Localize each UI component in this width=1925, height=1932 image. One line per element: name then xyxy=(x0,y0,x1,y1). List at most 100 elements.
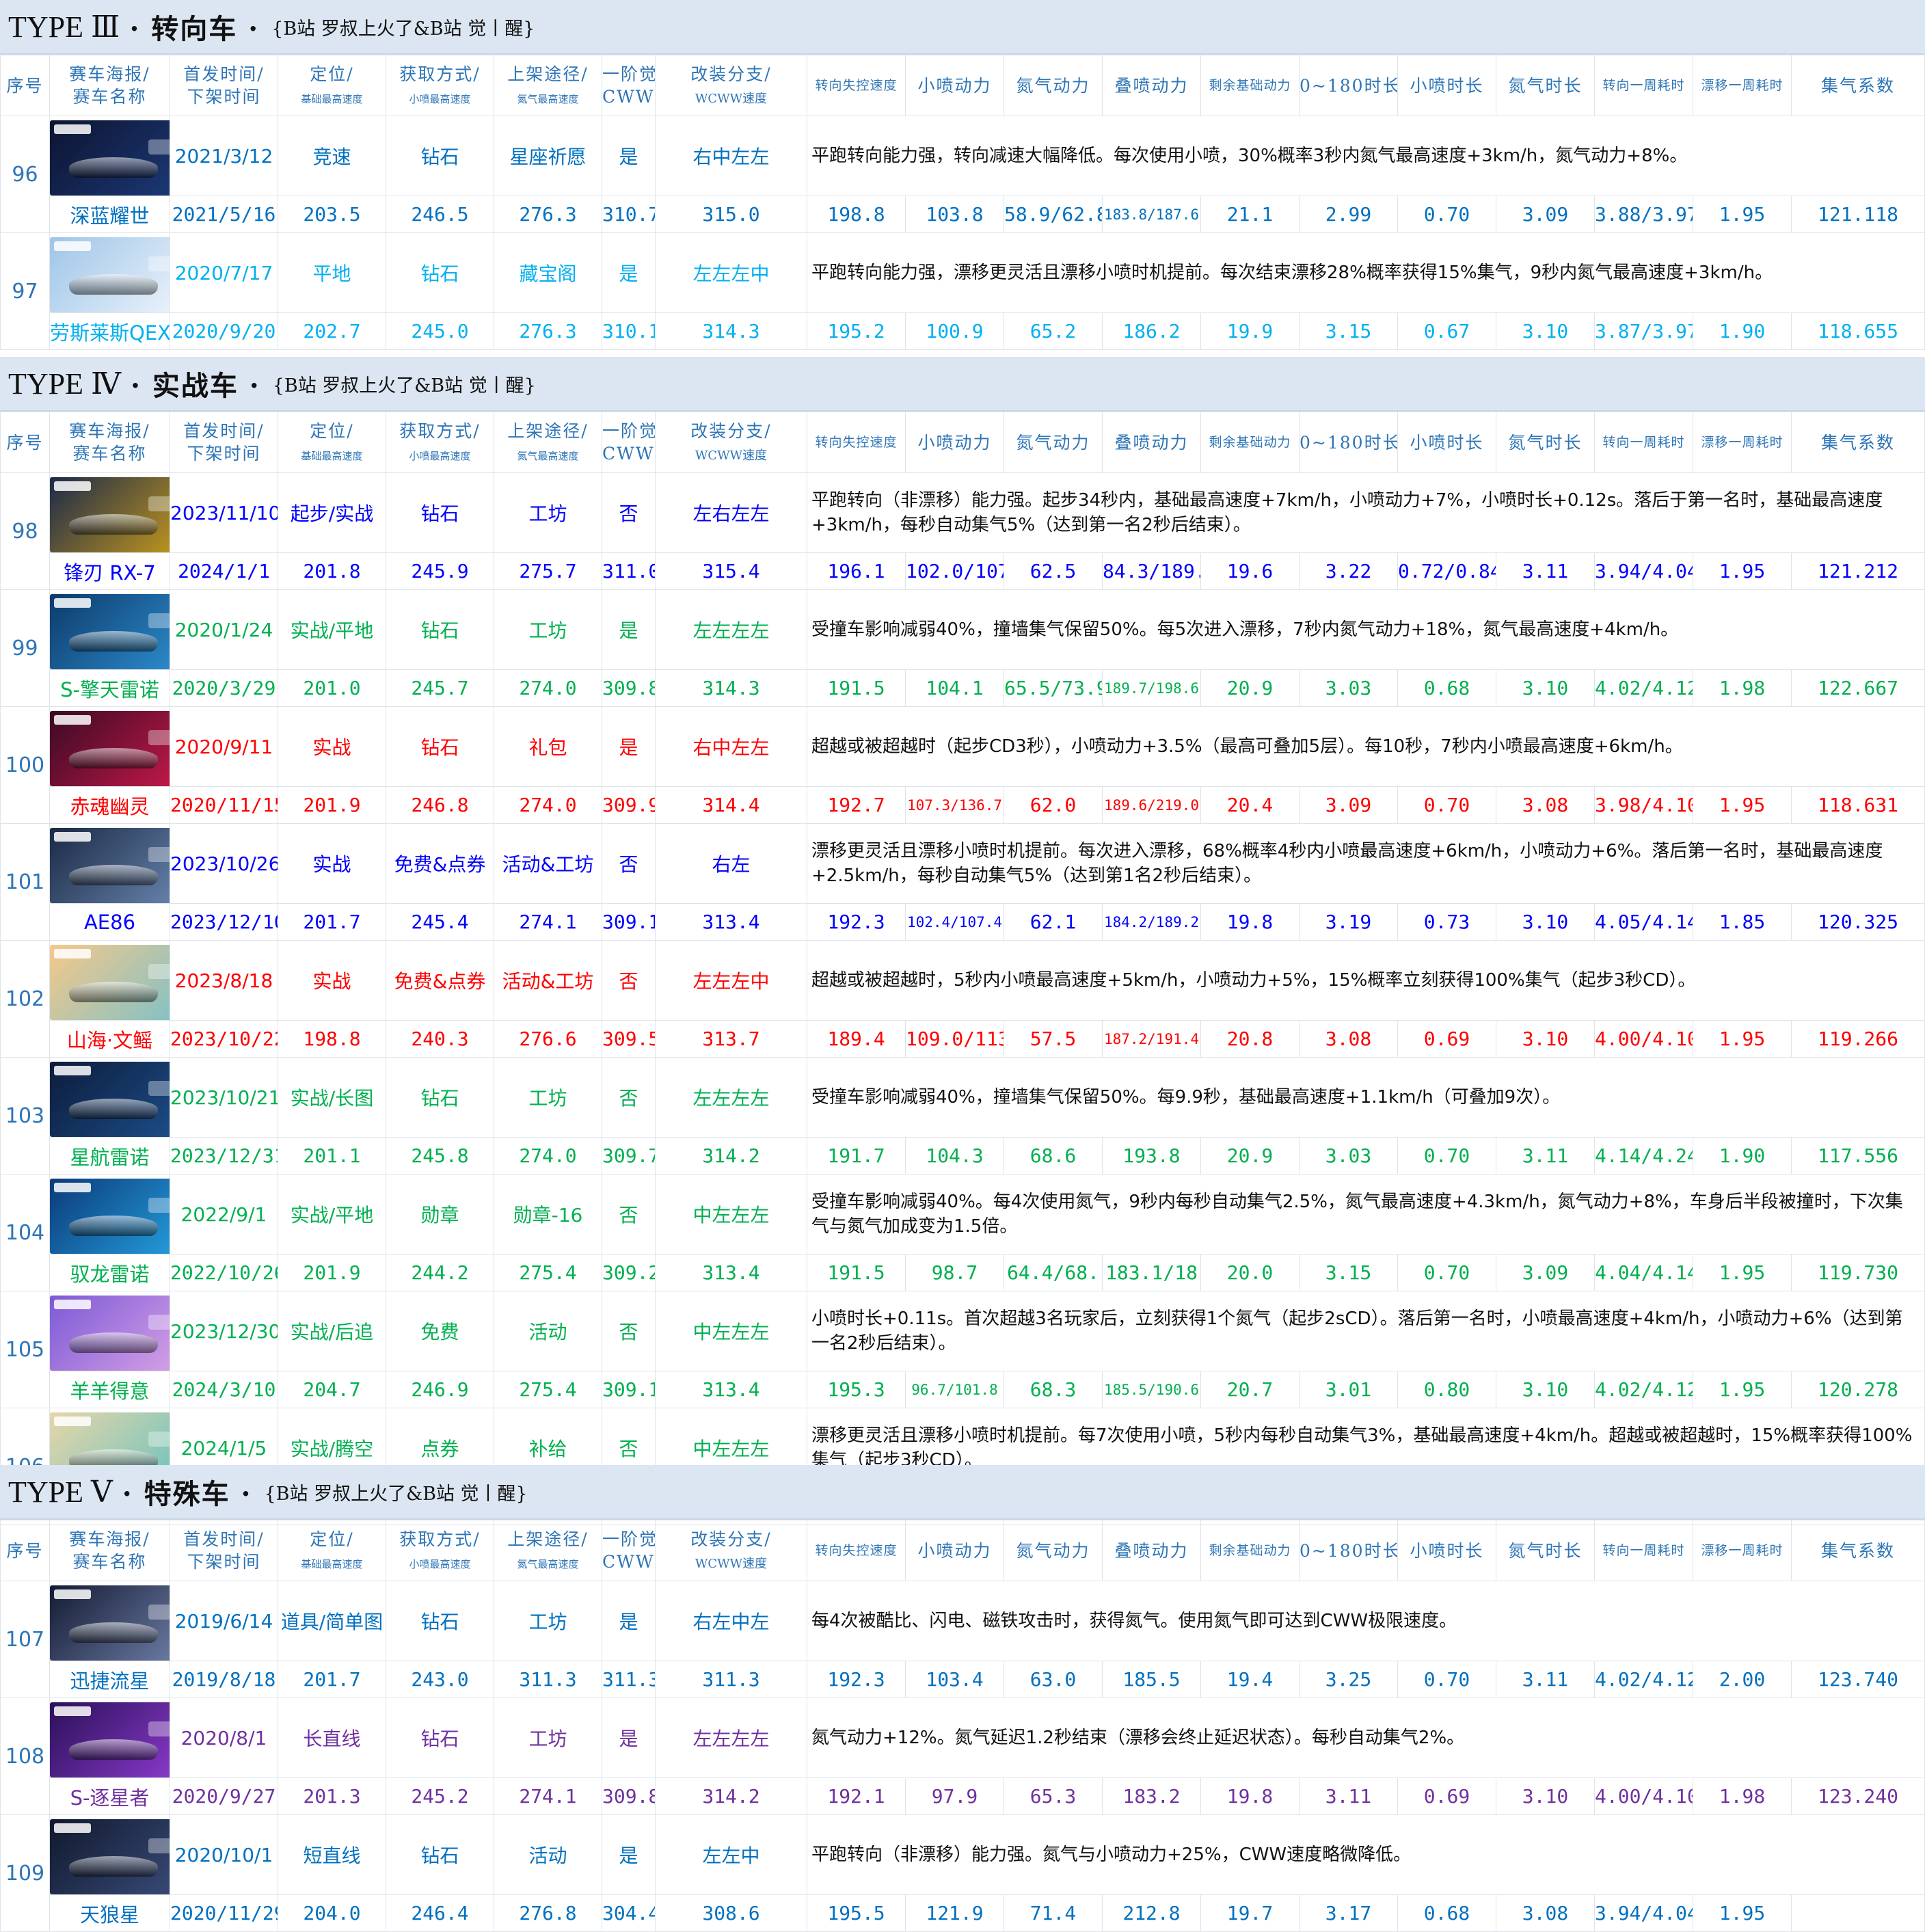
stat-value: 3.15 xyxy=(1299,312,1398,350)
stat-value: 313.4 xyxy=(655,1254,807,1291)
car-name: 驭龙雷诺 xyxy=(49,1254,170,1291)
car-silhouette-icon xyxy=(69,1099,158,1119)
rank-badge-icon xyxy=(148,1605,170,1620)
spec-table: 序号 赛车海报/赛车名称 首发时间/下架时间 定位/基础最高速度 获取方式/小喷最高速度… xyxy=(0,412,1925,1525)
row-index: 103 xyxy=(0,1057,50,1175)
stat-value: 1.98 xyxy=(1693,1777,1792,1815)
delist-date: 2023/12/10 xyxy=(170,903,278,941)
header-stack: 叠喷动力 xyxy=(1102,1520,1201,1581)
game-logo-icon xyxy=(54,598,91,608)
car-poster-image[interactable] xyxy=(50,1819,170,1894)
positioning: 长直线 xyxy=(278,1698,386,1778)
stat-value: 19.6 xyxy=(1200,552,1300,590)
stat-value: 62.5 xyxy=(1004,552,1103,590)
table-row-stats: 山海·文鳐 2023/10/22 198.8 240.3 276.6 309.5 313.7… xyxy=(1,1020,1925,1058)
stat-value: 96.7/101.8 xyxy=(905,1371,1004,1408)
car-poster-image[interactable] xyxy=(50,237,170,312)
row-index: 98 xyxy=(0,472,50,590)
header-stack: 叠喷动力 xyxy=(1102,55,1201,116)
stat-value: 71.4 xyxy=(1004,1894,1103,1932)
launch-route: 工坊 xyxy=(494,472,602,553)
car-poster-cell xyxy=(49,823,170,904)
stat-value: 0.72/0.84 xyxy=(1397,552,1496,590)
header-xpt: 小喷时长 xyxy=(1397,1520,1496,1581)
stat-value: 121.118 xyxy=(1791,196,1925,233)
stat-value: 275.7 xyxy=(494,552,602,590)
stat-value: 184.2/189.2 xyxy=(1102,903,1201,941)
row-index: 108 xyxy=(0,1698,50,1815)
mod-branch: 右左 xyxy=(655,823,807,904)
section-type: TYPE Ⅳ xyxy=(8,366,121,401)
first-release-date: 2023/10/26 xyxy=(170,823,278,904)
row-index: 105 xyxy=(0,1291,50,1408)
stat-value: 191.5 xyxy=(807,1254,906,1291)
section-type: TYPE Ⅲ xyxy=(8,10,120,44)
header-t1: 转向一周耗时 xyxy=(1594,55,1693,116)
stat-value: 1.85 xyxy=(1693,903,1792,941)
car-poster-image[interactable] xyxy=(50,1062,170,1137)
row-index: 101 xyxy=(0,823,50,941)
stat-value: 246.9 xyxy=(386,1371,494,1408)
header-t1: 转向一周耗时 xyxy=(1594,412,1693,473)
table-row-stats: 星航雷诺 2023/12/31 201.1 245.8 274.0 309.7 314.2 1… xyxy=(1,1137,1925,1175)
row-index: 107 xyxy=(0,1581,50,1698)
stat-value: 309.8 xyxy=(602,1777,656,1815)
stat-value: 314.4 xyxy=(655,786,807,824)
car-poster-image[interactable] xyxy=(50,1296,170,1371)
stat-value: 3.08 xyxy=(1299,1020,1398,1058)
header-turn: 转向失控速度 xyxy=(807,412,906,473)
car-name: 赤魂幽灵 xyxy=(49,786,170,824)
car-poster-image[interactable] xyxy=(50,1585,170,1661)
car-poster-image[interactable] xyxy=(50,1702,170,1777)
stat-value: 308.6 xyxy=(655,1894,807,1932)
positioning: 起步/实战 xyxy=(278,472,386,553)
mod-branch: 左左左左 xyxy=(655,1698,807,1778)
table-row-stats: AE86 2023/12/10 201.7 245.4 274.1 309.1 313.4 1… xyxy=(1,903,1925,941)
header-pos: 定位/基础最高速度 xyxy=(278,1520,386,1581)
section-title-bar: TYPE Ⅴ · 特殊车 · {B站 罗叔上火了&B站 觉丨醒} xyxy=(0,1465,1925,1520)
positioning: 道具/简单图 xyxy=(278,1581,386,1661)
header-t2: 漂移一周耗时 xyxy=(1693,55,1792,116)
stat-value: 315.0 xyxy=(655,196,807,233)
header-awake: 一阶觉醒/CWW速度 xyxy=(602,412,656,473)
car-poster-image[interactable] xyxy=(50,594,170,669)
car-name: AE86 xyxy=(49,903,170,941)
stat-value: 191.7 xyxy=(807,1137,906,1175)
game-logo-icon xyxy=(54,715,91,725)
stat-value: 121.9 xyxy=(905,1894,1004,1932)
first-release-date: 2019/6/14 xyxy=(170,1581,278,1661)
car-poster-image[interactable] xyxy=(50,828,170,903)
stat-value: 201.0 xyxy=(278,669,386,707)
launch-route: 活动 xyxy=(494,1291,602,1371)
stat-value: 58.9/62.8 xyxy=(1004,196,1103,233)
car-poster-image[interactable] xyxy=(50,477,170,552)
car-poster-cell xyxy=(49,232,170,313)
car-description: 受撞车影响减弱40%，撞墙集气保留50%。每9.9秒，基础最高速度+1.1km/… xyxy=(807,1057,1925,1138)
header-route: 上架途径/氮气最高速度 xyxy=(494,412,602,473)
header-row: 序号 赛车海报/赛车名称 首发时间/下架时间 定位/基础最高速度 获取方式/小喷最高速度… xyxy=(0,55,1925,116)
table-row: 105 2023/12/30 实战/后追 免费 活动否中左左左 小喷时长+0.11s。首次… xyxy=(0,1291,1925,1408)
header-get: 获取方式/小喷最高速度 xyxy=(386,1520,494,1581)
car-poster-image[interactable] xyxy=(50,945,170,1020)
header-branch: 改装分支/WCWW速度 xyxy=(655,412,807,473)
car-poster-image[interactable] xyxy=(50,711,170,786)
stat-value: 274.1 xyxy=(494,903,602,941)
spec-sheet: TYPE Ⅲ · 转向车 · {B站 罗叔上火了&B站 觉丨醒} 序号 赛车海报/赛车名… xyxy=(0,0,1925,1932)
stat-value: 314.3 xyxy=(655,312,807,350)
header-remain: 剩余基础动力 xyxy=(1200,412,1300,473)
stat-value: 212.8 xyxy=(1102,1894,1201,1932)
stat-value: 245.8 xyxy=(386,1137,494,1175)
car-silhouette-icon xyxy=(69,157,158,178)
header-nitro: 氮气动力 xyxy=(1004,412,1103,473)
car-poster-image[interactable] xyxy=(50,120,170,196)
car-poster-image[interactable] xyxy=(50,1179,170,1254)
stat-value: 245.2 xyxy=(386,1777,494,1815)
header-coef: 集气系数 xyxy=(1791,412,1925,473)
section-title-bar: TYPE Ⅳ · 实战车 · {B站 罗叔上火了&B站 觉丨醒} xyxy=(0,357,1925,412)
stat-value: 100.9 xyxy=(905,312,1004,350)
car-description: 氮气动力+12%。氮气延迟1.2秒结束（漂移会终止延迟状态）。每秒自动集气2%。 xyxy=(807,1698,1925,1778)
awakening: 否 xyxy=(602,472,656,553)
stat-value: 102.4/107.4 xyxy=(905,903,1004,941)
stat-value: 118.655 xyxy=(1791,312,1925,350)
launch-route: 星座祈愿 xyxy=(494,116,602,196)
